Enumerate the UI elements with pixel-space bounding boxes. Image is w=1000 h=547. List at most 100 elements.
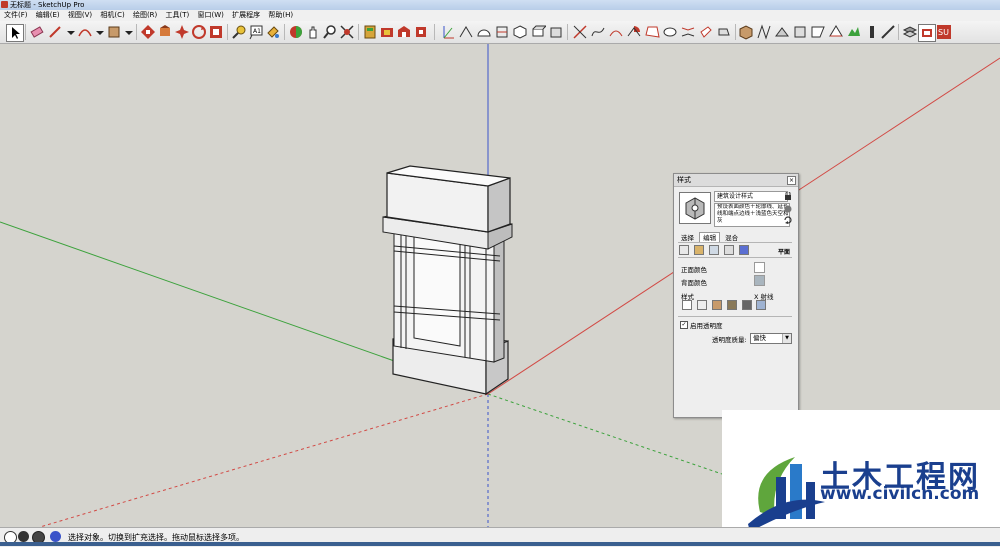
menu-file[interactable]: 文件(F)	[4, 10, 28, 21]
intersect-icon[interactable]	[698, 24, 714, 40]
zoom-extents-icon[interactable]	[339, 24, 355, 40]
freehand-icon[interactable]	[590, 24, 606, 40]
front-color-label: 正面颜色	[681, 266, 707, 274]
axes-icon[interactable]	[440, 24, 456, 40]
transparency-checkbox[interactable]: ✓	[680, 321, 688, 329]
paint-icon[interactable]	[265, 24, 281, 40]
select-icon[interactable]	[6, 24, 24, 42]
menu-view[interactable]: 视图(V)	[68, 10, 92, 21]
menu-draw[interactable]: 绘图(R)	[133, 10, 157, 21]
polygon-icon[interactable]	[644, 24, 660, 40]
lock-icon[interactable]	[784, 191, 792, 200]
transparency-quality-select[interactable]: 偏快 ▼	[750, 333, 792, 344]
warehouse-icon[interactable]	[362, 24, 378, 40]
face-settings-icon[interactable]	[693, 245, 704, 255]
menu-help[interactable]: 帮助(H)	[268, 10, 293, 21]
styles-panel-title: 样式	[677, 176, 691, 184]
components-icon[interactable]	[379, 24, 395, 40]
chevron-down-icon[interactable]	[121, 24, 137, 40]
view-iso-icon[interactable]	[512, 24, 528, 40]
view-top-icon[interactable]	[530, 24, 548, 40]
window-title: 无标题 - SketchUp Pro	[10, 1, 85, 9]
add-detail-icon[interactable]	[810, 24, 826, 40]
eraser-icon[interactable]	[29, 24, 45, 40]
text-icon[interactable]: A1	[248, 24, 264, 40]
shaded-icon[interactable]	[711, 300, 722, 310]
look-around-icon[interactable]	[880, 24, 896, 40]
create-style-icon[interactable]	[784, 205, 792, 213]
watermark-settings-icon[interactable]	[723, 245, 734, 255]
style-name-field[interactable]: 建筑设计样式	[714, 191, 788, 202]
orbit-icon[interactable]	[288, 24, 304, 40]
sandbox-icon[interactable]	[738, 24, 754, 40]
window-titlebar: 无标题 - SketchUp Pro	[0, 0, 1000, 10]
style-description-field[interactable]: 预设表面颜色＋轮廓线、延长线和端点边线＋浅蓝色天空和灰	[714, 203, 790, 227]
offset-icon[interactable]	[208, 24, 224, 40]
main-toolbar: A1 SU	[0, 21, 1000, 44]
pan-icon[interactable]	[305, 24, 321, 40]
view-mode-label: 平面	[778, 249, 791, 256]
back-color-swatch[interactable]	[754, 275, 765, 286]
pie-icon[interactable]	[626, 24, 642, 40]
layers-icon[interactable]	[902, 24, 918, 40]
stamp-icon[interactable]	[774, 24, 790, 40]
follow-me-icon[interactable]	[680, 24, 696, 40]
menu-tools[interactable]: 工具(T)	[166, 10, 190, 21]
rotate-icon[interactable]	[174, 24, 190, 40]
transparency-quality-label: 透明度质量:	[712, 336, 747, 344]
styles-icon[interactable]	[918, 24, 936, 42]
menu-bar: 文件(F) 编辑(E) 视图(V) 相机(C) 绘图(R) 工具(T) 窗口(W…	[0, 10, 1000, 21]
dimension-icon[interactable]	[458, 24, 474, 40]
svg-text:A1: A1	[253, 28, 261, 35]
refresh-icon[interactable]	[784, 216, 792, 224]
transparency-quality-value: 偏快	[753, 334, 766, 342]
pencil-icon[interactable]	[47, 24, 63, 40]
smoove-icon[interactable]	[756, 24, 772, 40]
section-plane-icon[interactable]	[494, 24, 510, 40]
extension-icon[interactable]	[413, 24, 429, 40]
textured-icon[interactable]	[726, 300, 737, 310]
view-front-icon[interactable]	[548, 24, 564, 40]
menu-window[interactable]: 窗口(W)	[198, 10, 224, 21]
credits-icon[interactable]	[18, 531, 29, 542]
menu-camera[interactable]: 相机(C)	[100, 10, 124, 21]
xray-icon[interactable]	[756, 300, 766, 310]
menu-edit[interactable]: 编辑(E)	[36, 10, 60, 21]
transparency-label: 启用透明度	[690, 322, 723, 330]
protractor-icon[interactable]	[476, 24, 492, 40]
move-icon[interactable]	[157, 24, 173, 40]
circle-icon[interactable]	[662, 24, 678, 40]
style-thumbnail	[679, 192, 711, 224]
wireframe-icon[interactable]	[682, 300, 692, 310]
edge-settings-icon[interactable]	[679, 245, 689, 255]
rectangle-icon[interactable]	[106, 24, 122, 40]
drape-icon[interactable]	[792, 24, 808, 40]
sketchup-su-icon[interactable]: SU	[936, 24, 952, 40]
menu-extensions[interactable]: 扩展程序	[232, 10, 260, 21]
styles-panel: 样式 × 建筑设计样式 预设表面颜色＋轮廓线、延长线和端点边线＋浅蓝色天空和灰 …	[673, 173, 799, 418]
modeling-settings-icon[interactable]	[738, 245, 749, 255]
background-settings-icon[interactable]	[708, 245, 719, 255]
flip-edge-icon[interactable]	[828, 24, 844, 40]
close-icon[interactable]: ×	[787, 176, 796, 185]
hidden-line-icon[interactable]	[696, 300, 707, 310]
monochrome-icon[interactable]	[741, 300, 752, 310]
walk-icon[interactable]	[864, 24, 880, 40]
terrain-icon[interactable]	[846, 24, 862, 40]
pushpull-icon[interactable]	[140, 24, 156, 40]
chevron-down-icon: ▼	[782, 334, 791, 343]
watermark: 土木工程网 www.civilcn.com	[722, 410, 1000, 546]
line-tool-icon[interactable]	[572, 24, 588, 40]
solid-icon[interactable]	[716, 24, 732, 40]
scale-icon[interactable]	[191, 24, 207, 40]
sketchup-app-icon	[1, 1, 8, 8]
tape-icon[interactable]	[231, 24, 247, 40]
styles-panel-header: 样式 ×	[674, 174, 798, 187]
arc-2-icon[interactable]	[608, 24, 624, 40]
share-model-icon[interactable]	[396, 24, 412, 40]
front-color-swatch[interactable]	[754, 262, 765, 273]
zoom-icon[interactable]	[322, 24, 338, 40]
back-color-label: 背面颜色	[681, 279, 707, 287]
help-icon[interactable]	[50, 531, 61, 542]
arc-icon[interactable]	[77, 24, 93, 40]
